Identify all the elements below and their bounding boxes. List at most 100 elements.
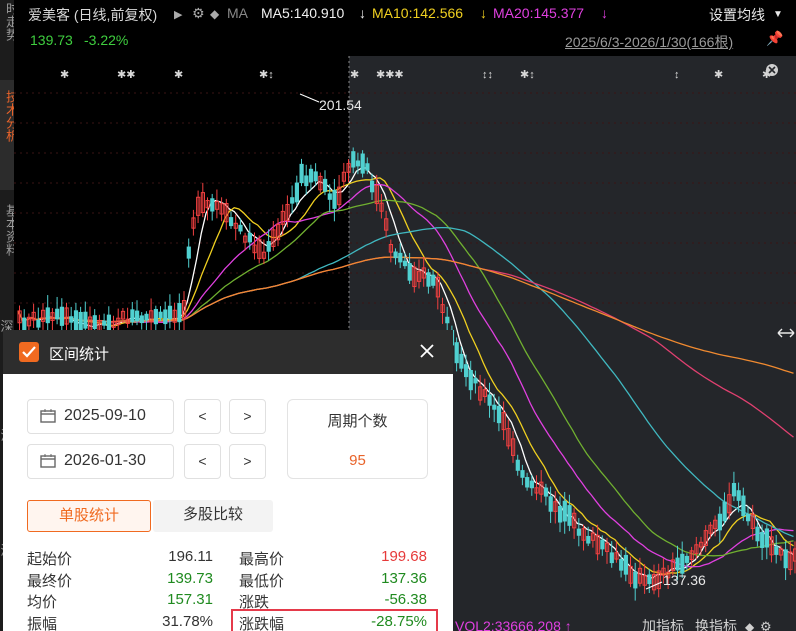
calendar-icon bbox=[40, 454, 56, 468]
candle bbox=[633, 571, 638, 589]
candle bbox=[496, 405, 502, 424]
candle bbox=[45, 307, 50, 324]
event-marker-icon[interactable]: ✱ bbox=[60, 69, 69, 81]
candle bbox=[619, 558, 624, 571]
candle bbox=[266, 241, 271, 252]
add-indicator-button[interactable]: 加指标 bbox=[642, 618, 684, 631]
end-prev-button[interactable]: < bbox=[184, 444, 221, 479]
candle bbox=[774, 546, 779, 555]
close-icon[interactable] bbox=[417, 341, 437, 361]
current-price: 139.73 bbox=[30, 32, 73, 48]
calendar-icon bbox=[40, 409, 56, 423]
event-marker-icon[interactable]: ✱ bbox=[174, 69, 183, 81]
candle bbox=[135, 310, 140, 322]
sidebar-item-fundamentals[interactable]: 基本资料 bbox=[0, 198, 14, 288]
candle bbox=[473, 378, 478, 384]
candle bbox=[454, 342, 459, 364]
stat-value: 196.11 bbox=[168, 548, 213, 565]
candle bbox=[717, 513, 722, 531]
stat-value: 157.31 bbox=[167, 591, 213, 608]
event-marker-icon[interactable]: ↕ bbox=[674, 69, 680, 81]
range-close-icon[interactable] bbox=[766, 64, 778, 76]
ma5-arrow-icon: ↓ bbox=[359, 5, 366, 21]
stat-label: 涨跌幅 bbox=[239, 616, 285, 631]
candle bbox=[764, 528, 769, 548]
stat-value: 139.73 bbox=[167, 570, 213, 587]
dialog-header: 区间统计 bbox=[3, 330, 453, 374]
stat-label: 振幅 bbox=[27, 616, 58, 631]
candle bbox=[313, 171, 318, 182]
candle bbox=[332, 189, 337, 209]
ma-label[interactable]: MA bbox=[227, 5, 248, 21]
candle bbox=[69, 316, 74, 323]
candle bbox=[492, 404, 497, 410]
pin-icon[interactable]: 📌 bbox=[766, 30, 783, 47]
candle bbox=[515, 459, 520, 471]
settings-ma-button[interactable]: 设置均线 bbox=[709, 5, 765, 25]
event-marker-icon[interactable]: ✱↕ bbox=[259, 69, 274, 81]
sidebar-item-intraday[interactable]: 时走势 bbox=[0, 0, 14, 50]
tab-single-stock[interactable]: 单股统计 bbox=[27, 500, 151, 532]
event-marker-icon[interactable]: ✱ bbox=[350, 69, 359, 81]
candle bbox=[308, 168, 314, 183]
candle bbox=[360, 153, 365, 174]
candle bbox=[736, 490, 741, 501]
candle bbox=[459, 353, 464, 369]
candle bbox=[760, 531, 765, 548]
diamond-icon[interactable]: ◆ bbox=[210, 7, 219, 21]
candle bbox=[426, 272, 431, 287]
event-marker-icon[interactable]: ✱ bbox=[714, 69, 723, 81]
event-marker-icon[interactable]: ✱✱✱ bbox=[376, 69, 404, 81]
candle bbox=[529, 480, 534, 489]
candle bbox=[290, 197, 295, 204]
start-next-button[interactable]: > bbox=[229, 399, 266, 434]
candle bbox=[78, 311, 83, 331]
sidebar-item-technical[interactable]: 技术分析 bbox=[0, 80, 14, 190]
event-marker-icon[interactable]: ✱✱ bbox=[117, 69, 135, 81]
change-indicator-button[interactable]: 换指标 bbox=[695, 618, 737, 631]
date-range[interactable]: 2025/6/3-2026/1/30(166根) bbox=[565, 32, 733, 52]
dialog-title: 区间统计 bbox=[49, 346, 110, 363]
candle bbox=[393, 251, 398, 259]
high-label: 201.54 bbox=[319, 97, 362, 113]
candle bbox=[548, 496, 553, 512]
candle bbox=[238, 224, 243, 232]
candle bbox=[567, 505, 572, 526]
candle bbox=[755, 526, 760, 542]
candle bbox=[327, 193, 332, 200]
event-marker-icon[interactable]: ↕↕ bbox=[482, 69, 493, 81]
candle bbox=[247, 232, 253, 243]
price-change: -3.22% bbox=[84, 32, 129, 48]
stat-value: -56.38 bbox=[384, 591, 427, 608]
candle bbox=[167, 305, 173, 320]
settings-icon[interactable]: ⚙ bbox=[760, 619, 772, 631]
start-date-picker[interactable]: 2025-09-10 bbox=[27, 399, 174, 434]
candle bbox=[73, 310, 79, 331]
candle bbox=[130, 309, 135, 323]
candle bbox=[445, 316, 450, 324]
end-date-picker[interactable]: 2026-01-30 bbox=[27, 444, 174, 479]
start-prev-button[interactable]: < bbox=[184, 399, 221, 434]
gear-icon[interactable]: ⚙ bbox=[192, 5, 205, 22]
candle bbox=[186, 246, 191, 259]
tab-multi-stock[interactable]: 多股比较 bbox=[153, 500, 273, 532]
more-icon[interactable]: ◆ bbox=[745, 620, 755, 631]
interval-stats-dialog: 区间统计 2025-09-10 < > 2026-01-30 < > 周期个数 … bbox=[3, 330, 453, 631]
ma5-value: MA5:140.910 bbox=[261, 5, 345, 21]
checkbox-icon[interactable] bbox=[19, 342, 39, 362]
candle bbox=[304, 175, 309, 187]
play-icon[interactable]: ▶ bbox=[174, 8, 182, 21]
end-next-button[interactable]: > bbox=[229, 444, 266, 479]
candle bbox=[83, 311, 88, 329]
period-value: 95 bbox=[349, 452, 366, 469]
candle bbox=[22, 317, 27, 331]
candle bbox=[229, 217, 234, 227]
ma10-value: MA10:142.566 bbox=[372, 5, 464, 21]
chart-header: 爱美客 (日线,前复权) ▶ ⚙ ◆ MA MA5:140.910 ↓ MA10… bbox=[14, 0, 796, 28]
event-marker-icon[interactable]: ✱↕ bbox=[520, 69, 535, 81]
chevron-down-icon[interactable]: ▼ bbox=[773, 9, 783, 20]
candle bbox=[746, 513, 751, 522]
low-label: 137.36 bbox=[663, 572, 706, 588]
candle bbox=[468, 370, 473, 391]
candle bbox=[365, 163, 370, 171]
